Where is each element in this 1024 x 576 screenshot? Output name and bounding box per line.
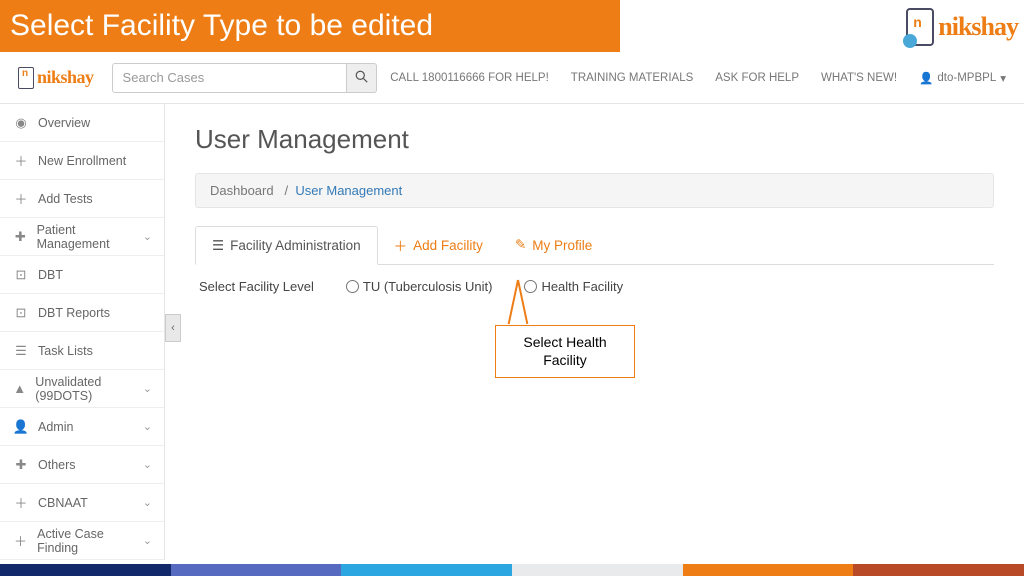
radio-tu-label: TU (Tuberculosis Unit) <box>363 279 493 294</box>
sidebar-item-label: Patient Management <box>37 223 143 251</box>
top-nav: CALL 1800116666 FOR HELP! TRAINING MATER… <box>390 71 1006 85</box>
brand-text-small: nikshay <box>37 67 94 88</box>
sidebar-collapse-button[interactable]: ‹ <box>165 314 181 342</box>
sidebar-item-active-case-finding[interactable]: ＋ Active Case Finding⌄ <box>0 522 164 560</box>
instruction-banner-text: Select Facility Type to be edited <box>10 9 433 43</box>
footer-stripe <box>0 564 1024 576</box>
radio-hf-input[interactable] <box>524 280 537 293</box>
callout-text: Select Health Facility <box>523 334 606 368</box>
chevron-down-icon: ⌄ <box>143 382 152 395</box>
sidebar-item-label: Admin <box>38 420 73 434</box>
plus-icon: ＋ <box>12 531 29 550</box>
radio-option-tu[interactable]: TU (Tuberculosis Unit) <box>346 279 493 294</box>
dashboard-icon: ◉ <box>12 115 30 131</box>
instruction-banner: Select Facility Type to be edited <box>0 0 620 52</box>
nav-training[interactable]: TRAINING MATERIALS <box>571 72 693 84</box>
chevron-down-icon: ⌄ <box>143 230 152 243</box>
tab-pane-facility-admin: Select Facility Level TU (Tuberculosis U… <box>195 265 994 308</box>
select-facility-level-row: Select Facility Level TU (Tuberculosis U… <box>199 279 990 294</box>
phone-icon <box>906 8 934 46</box>
phone-icon <box>18 67 34 89</box>
sidebar-item-label: Task Lists <box>38 344 93 358</box>
user-icon: 👤 <box>12 419 30 435</box>
breadcrumb-sep: / <box>284 183 288 198</box>
sidebar-item-dbt-reports[interactable]: ⊡ DBT Reports <box>0 294 164 332</box>
sidebar-item-task-lists[interactable]: ☰ Task Lists <box>0 332 164 370</box>
sidebar-item-label: CBNAAT <box>38 496 88 510</box>
money-icon: ⊡ <box>12 267 30 283</box>
search-icon <box>355 70 368 83</box>
sidebar-item-label: Unvalidated (99DOTS) <box>35 375 142 403</box>
chevron-down-icon: ⌄ <box>143 496 152 509</box>
sidebar-item-patient-management[interactable]: ✚ Patient Management⌄ <box>0 218 164 256</box>
money-icon: ⊡ <box>12 305 30 321</box>
tab-label: Add Facility <box>413 238 483 253</box>
list-icon: ☰ <box>212 238 224 254</box>
page-title: User Management <box>195 124 994 155</box>
search-group <box>112 63 377 93</box>
sidebar-item-overview[interactable]: ◉ Overview <box>0 104 164 142</box>
header-bar: nikshay CALL 1800116666 FOR HELP! TRAINI… <box>0 52 1024 104</box>
tab-my-profile[interactable]: ✎ My Profile <box>499 226 608 264</box>
chevron-down-icon: ⌄ <box>143 420 152 433</box>
user-icon: 👤 <box>919 71 933 85</box>
user-menu[interactable]: 👤 dto-MPBPL ▾ <box>919 71 1006 85</box>
sidebar-item-others[interactable]: ✚ Others ⌄ <box>0 446 164 484</box>
brand-logo-small[interactable]: nikshay <box>18 67 94 89</box>
sidebar-item-label: DBT Reports <box>38 306 110 320</box>
edit-icon: ✎ <box>515 237 526 253</box>
breadcrumb: Dashboard / User Management <box>195 173 994 208</box>
tab-bar: ☰ Facility Administration ＋ Add Facility… <box>195 226 994 265</box>
plus-icon: ＋ <box>394 235 408 255</box>
search-input[interactable] <box>112 63 347 93</box>
chevron-down-icon: ⌄ <box>143 534 152 547</box>
sidebar-item-admin[interactable]: 👤 Admin ⌄ <box>0 408 164 446</box>
sidebar-item-unvalidated[interactable]: ▲ Unvalidated (99DOTS)⌄ <box>0 370 164 408</box>
sidebar-item-dbt[interactable]: ⊡ DBT <box>0 256 164 294</box>
radio-hf-label: Health Facility <box>541 279 623 294</box>
nav-whats-new[interactable]: WHAT'S NEW! <box>821 72 897 84</box>
sidebar-item-new-enrollment[interactable]: ＋ New Enrollment <box>0 142 164 180</box>
list-icon: ☰ <box>12 343 30 359</box>
sidebar-item-label: New Enrollment <box>38 154 126 168</box>
tab-add-facility[interactable]: ＋ Add Facility <box>378 226 499 264</box>
radio-tu-input[interactable] <box>346 280 359 293</box>
user-label: dto-MPBPL <box>937 72 996 84</box>
sidebar-item-label: Overview <box>38 116 90 130</box>
radio-option-health-facility[interactable]: Health Facility <box>524 279 623 294</box>
tab-label: Facility Administration <box>230 238 361 253</box>
briefcase-icon: ✚ <box>12 457 30 473</box>
tab-facility-administration[interactable]: ☰ Facility Administration <box>195 226 378 265</box>
sidebar-item-label: DBT <box>38 268 63 282</box>
chevron-left-icon: ‹ <box>171 322 175 334</box>
sidebar: ◉ Overview ＋ New Enrollment ＋ Add Tests ✚ Pa… <box>0 104 165 560</box>
breadcrumb-root[interactable]: Dashboard <box>210 183 274 198</box>
plus-icon: ＋ <box>12 151 30 170</box>
briefcase-icon: ✚ <box>12 229 29 245</box>
plus-icon: ＋ <box>12 189 30 208</box>
sidebar-item-add-tests[interactable]: ＋ Add Tests <box>0 180 164 218</box>
sidebar-item-label: Others <box>38 458 76 472</box>
sidebar-item-cbnaat[interactable]: ＋ CBNAAT ⌄ <box>0 484 164 522</box>
caret-down-icon: ▾ <box>1000 71 1006 85</box>
callout-box: Select Health Facility <box>495 325 635 378</box>
search-button[interactable] <box>347 63 377 93</box>
sidebar-item-label: Add Tests <box>38 192 93 206</box>
nav-ask-help[interactable]: ASK FOR HELP <box>715 72 799 84</box>
select-level-label: Select Facility Level <box>199 279 314 294</box>
sidebar-item-label: Active Case Finding <box>37 527 143 555</box>
brand-text: nikshay <box>938 12 1018 42</box>
chevron-down-icon: ⌄ <box>143 458 152 471</box>
nav-help-phone[interactable]: CALL 1800116666 FOR HELP! <box>390 72 549 84</box>
brand-logo-large: nikshay <box>906 8 1018 46</box>
plus-icon: ＋ <box>12 493 30 512</box>
tab-label: My Profile <box>532 238 592 253</box>
breadcrumb-current[interactable]: User Management <box>295 183 402 198</box>
warning-icon: ▲ <box>12 381 27 396</box>
